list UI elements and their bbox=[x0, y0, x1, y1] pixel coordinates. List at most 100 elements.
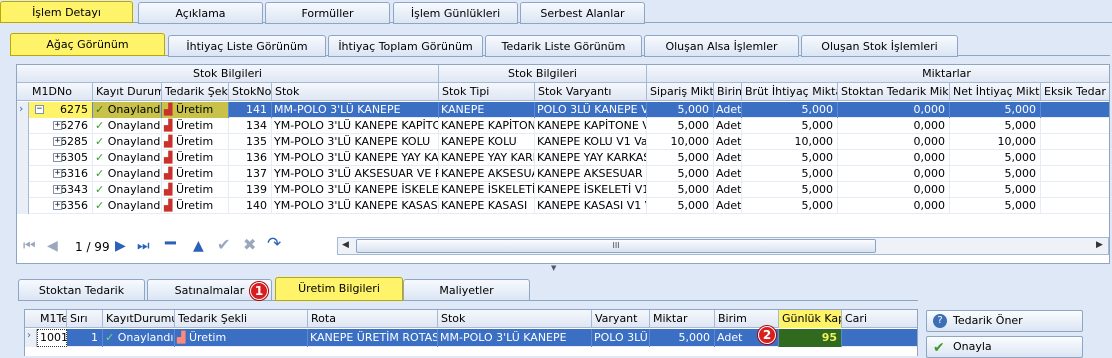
cell-no[interactable]: +6305 bbox=[29, 150, 93, 166]
col-stok-tipi[interactable]: Stok Tipi bbox=[439, 83, 535, 101]
onayla-button[interactable]: ✔ Onayla bbox=[926, 336, 1083, 358]
cell-net[interactable]: 5,000 bbox=[950, 166, 1041, 182]
table-row[interactable]: › −6275 ✓ Onaylandı ▟ Üretim 141 MM-POLO 3'LÜ… bbox=[17, 102, 1109, 118]
cell-stoktan[interactable]: 0,000 bbox=[838, 166, 950, 182]
col-kayitdurumu[interactable]: KayıtDurumu bbox=[103, 310, 175, 328]
cell-net[interactable]: 5,000 bbox=[950, 150, 1041, 166]
row-indicator[interactable] bbox=[17, 182, 29, 198]
tab-formuller[interactable]: Formüller bbox=[265, 2, 390, 24]
tab-ihtiyac-toplam[interactable]: İhtiyaç Toplam Görünüm bbox=[328, 35, 483, 57]
cell-net[interactable]: 5,000 bbox=[950, 118, 1041, 134]
cell-supply[interactable]: ▟ Üretim bbox=[162, 150, 229, 166]
tab-islem-gunlukleri[interactable]: İşlem Günlükleri bbox=[393, 2, 518, 24]
cell-birim[interactable]: Adet bbox=[714, 134, 742, 150]
tab-serbest-alanlar[interactable]: Serbest Alanlar bbox=[520, 2, 645, 24]
cell-eksik[interactable] bbox=[1041, 166, 1109, 182]
cell-stok[interactable]: YM-POLO 3'LÜ KANEPE KAPİTONE bbox=[272, 118, 439, 134]
cell-eksik[interactable] bbox=[1041, 198, 1109, 214]
cell-no[interactable]: +6356 bbox=[29, 198, 93, 214]
delete-record-icon[interactable]: ━ bbox=[165, 235, 176, 253]
expand-icon[interactable]: + bbox=[53, 169, 62, 178]
col-rota[interactable]: Rota bbox=[308, 310, 438, 328]
cell-stokno[interactable]: 141 bbox=[229, 102, 272, 118]
cell-status[interactable]: ✓ Onaylandı bbox=[93, 198, 162, 214]
cell-eksik[interactable] bbox=[1041, 150, 1109, 166]
production-info-grid[interactable]: M1Te Sırı KayıtDurumu Tedarik Şekli Rota… bbox=[24, 309, 918, 356]
cell-status[interactable]: ✓ Onaylandı bbox=[93, 166, 162, 182]
col-stok[interactable]: Stok bbox=[272, 83, 439, 101]
cell-siparis[interactable]: 5,000 bbox=[647, 102, 714, 118]
col-stoktan-tedarik[interactable]: Stoktan Tedarik Miktar bbox=[838, 83, 950, 101]
cell-varyant[interactable]: KANEPE KASASI V1 Va bbox=[535, 198, 647, 214]
col-m1te[interactable]: M1Te bbox=[37, 310, 67, 328]
cell-brut[interactable]: 5,000 bbox=[742, 118, 838, 134]
cell-no[interactable]: − 6275 bbox=[29, 102, 93, 118]
cell-stoktan[interactable]: 0,000 bbox=[838, 150, 950, 166]
cell-brut[interactable]: 5,000 bbox=[742, 166, 838, 182]
next-page-icon[interactable]: ▶ bbox=[115, 239, 126, 253]
tab-agac-gorunum[interactable]: Ağaç Görünüm bbox=[10, 33, 165, 56]
up-icon[interactable]: ▲ bbox=[193, 239, 204, 253]
stock-tree-grid[interactable]: Stok Bilgileri Stok Bilgileri Miktarlar … bbox=[16, 64, 1110, 264]
cell-sira[interactable]: 1 bbox=[67, 329, 103, 347]
cell-kayitdurumu[interactable]: ✓ Onaylandı bbox=[103, 329, 175, 347]
table-row[interactable]: +6343 ✓ Onaylandı ▟ Üretim 139 YM-POLO 3'LÜ … bbox=[17, 182, 1109, 198]
cell-no[interactable]: +6343 bbox=[29, 182, 93, 198]
tab-uretim-bilgileri[interactable]: Üretim Bilgileri bbox=[275, 277, 403, 301]
cell-status[interactable]: ✓ Onaylandı bbox=[93, 182, 162, 198]
cell-tip[interactable]: KANEPE KAPİTONE bbox=[439, 118, 535, 134]
cell-siparis[interactable]: 10,000 bbox=[647, 134, 714, 150]
cell-stokno[interactable]: 137 bbox=[229, 166, 272, 182]
tab-ihtiyac-liste[interactable]: İhtiyaç Liste Görünüm bbox=[168, 35, 326, 57]
cell-stokno[interactable]: 140 bbox=[229, 198, 272, 214]
cell-m1te[interactable]: 1001 bbox=[37, 329, 67, 347]
cell-tip[interactable]: KANEPE İSKELETİ bbox=[439, 182, 535, 198]
prev-page-icon[interactable]: ◀ bbox=[47, 239, 58, 253]
col-m1dno[interactable]: M1DNo bbox=[29, 83, 93, 101]
cell-stok[interactable]: MM-POLO 3'LÜ KANEPE bbox=[272, 102, 439, 118]
first-page-icon[interactable]: ⏮ bbox=[23, 239, 36, 253]
cancel-icon[interactable]: ✖ bbox=[243, 237, 256, 253]
cell-birim[interactable]: Adet bbox=[714, 166, 742, 182]
cell-birim[interactable]: Adet bbox=[714, 102, 742, 118]
row-indicator[interactable] bbox=[17, 150, 29, 166]
collapse-icon[interactable]: − bbox=[35, 105, 44, 114]
cell-stokno[interactable]: 139 bbox=[229, 182, 272, 198]
cell-siparis[interactable]: 5,000 bbox=[647, 118, 714, 134]
cell-net[interactable]: 5,000 bbox=[950, 102, 1041, 118]
col-miktar[interactable]: Miktar bbox=[650, 310, 715, 328]
last-page-icon[interactable]: ⏭ bbox=[137, 239, 150, 253]
cell-stokno[interactable]: 134 bbox=[229, 118, 272, 134]
col-kayit-durumu[interactable]: Kayıt Durumu bbox=[93, 83, 162, 101]
tab-stoktan-tedarik[interactable]: Stoktan Tedarik bbox=[18, 279, 145, 301]
col-siparis-miktar[interactable]: Sipariş Miktar bbox=[647, 83, 714, 101]
cell-stok[interactable]: YM-POLO 3'LÜ KANEPE YAY KARKA bbox=[272, 150, 439, 166]
cell-tip[interactable]: KANEPE KOLU bbox=[439, 134, 535, 150]
cell-brut[interactable]: 10,000 bbox=[742, 134, 838, 150]
tab-tedarik-liste[interactable]: Tedarik Liste Görünüm bbox=[485, 35, 642, 57]
cell-brut[interactable]: 5,000 bbox=[742, 198, 838, 214]
cell-stoktan[interactable]: 0,000 bbox=[838, 182, 950, 198]
cell-supply[interactable]: ▟ Üretim bbox=[162, 118, 229, 134]
cell-net[interactable]: 10,000 bbox=[950, 134, 1041, 150]
cell-supply[interactable]: ▟ Üretim bbox=[162, 198, 229, 214]
table-row[interactable]: +6316 ✓ Onaylandı ▟ Üretim 137 YM-POLO 3'LÜ … bbox=[17, 166, 1109, 182]
cell-rota[interactable]: KANEPE ÜRETİM ROTASI bbox=[308, 329, 438, 347]
splitter-arrow-icon[interactable]: ▼ bbox=[551, 264, 556, 272]
cell-birim[interactable]: Adet bbox=[714, 150, 742, 166]
col-brut-ihtiyac[interactable]: Brüt İhtiyaç Miktar bbox=[742, 83, 838, 101]
row-indicator[interactable]: › bbox=[17, 102, 29, 118]
cell-tip[interactable]: KANEPE YAY KARKA bbox=[439, 150, 535, 166]
cell-varyant[interactable]: POLO 3LÜ KANEPE Var bbox=[535, 102, 647, 118]
expand-icon[interactable]: + bbox=[53, 121, 62, 130]
cell-eksik[interactable] bbox=[1041, 134, 1109, 150]
cell-birim[interactable]: Adet bbox=[714, 118, 742, 134]
tab-islem-detayi[interactable]: İşlem Detayı bbox=[0, 1, 133, 23]
table-row[interactable]: +6356 ✓ Onaylandı ▟ Üretim 140 YM-POLO 3'LÜ … bbox=[17, 198, 1109, 214]
cell-no[interactable]: +6285 bbox=[29, 134, 93, 150]
col-birim[interactable]: Birim bbox=[714, 83, 742, 101]
col-sira[interactable]: Sırı bbox=[67, 310, 103, 328]
cell-supply[interactable]: ▟ Üretim bbox=[162, 134, 229, 150]
row-indicator[interactable] bbox=[17, 118, 29, 134]
production-row[interactable]: › 1001 1 ✓ Onaylandı ▟ Üretim KANEPE ÜRE… bbox=[25, 329, 917, 347]
